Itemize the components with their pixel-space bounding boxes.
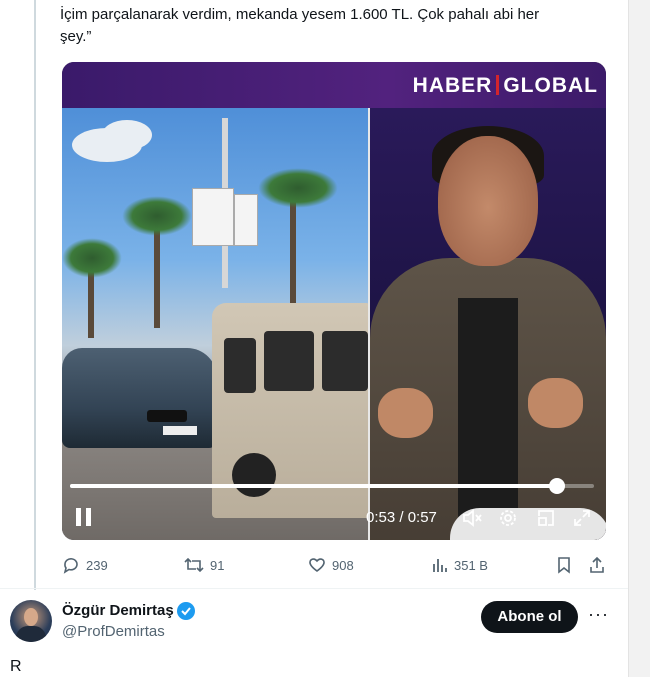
channel-logo-part-2: GLOBAL: [503, 74, 598, 97]
next-tweet-text: R: [10, 658, 22, 675]
speaker-face: [438, 136, 538, 266]
like-button[interactable]: 908: [308, 556, 354, 574]
retweet-count: 91: [210, 557, 225, 573]
van-window: [224, 338, 256, 393]
speaker-hand-left: [378, 388, 433, 438]
video-street-scene: [62, 108, 368, 540]
video-channel-banner: HABER GLOBAL: [62, 62, 606, 108]
bookmark-button[interactable]: [556, 556, 578, 574]
car: [62, 348, 217, 448]
reply-count: 239: [86, 557, 108, 573]
channel-logo-part-1: HABER: [412, 74, 493, 97]
views-icon: [433, 559, 447, 572]
next-tweet-header: Özgür Demirtaş @ProfDemirtas Abone ol ··…: [0, 590, 628, 650]
video-player[interactable]: HABER GLOBAL 0:53 / 0:57: [62, 62, 606, 540]
tweet-text-line-1: İçim parçalanarak verdim, mekanda yesem …: [60, 6, 540, 23]
views-count: 351 B: [454, 557, 488, 573]
pause-icon[interactable]: [76, 508, 92, 526]
van-window: [264, 331, 314, 391]
tweet-text-line-2: şey.”: [60, 28, 92, 45]
channel-logo: HABER GLOBAL: [413, 74, 598, 98]
roadside-sign: [234, 194, 258, 246]
van-wheel: [232, 453, 276, 497]
reply-button[interactable]: 239: [62, 556, 108, 574]
volume-muted-icon[interactable]: [462, 509, 482, 532]
author-name[interactable]: Özgür Demirtaş: [62, 602, 174, 619]
video-progress-bar[interactable]: [70, 478, 594, 494]
thread-line: [34, 0, 36, 590]
fullscreen-icon[interactable]: [572, 508, 592, 533]
avatar-suit: [16, 626, 46, 642]
timeline-column: İçim parçalanarak verdim, mekanda yesem …: [0, 0, 629, 677]
video-time: 0:53 / 0:57: [366, 509, 437, 526]
settings-icon[interactable]: [498, 508, 518, 533]
car-grille: [147, 410, 187, 422]
retweet-icon: [184, 557, 204, 573]
video-progress-fill: [70, 484, 558, 488]
video-controls: 0:53 / 0:57: [62, 502, 606, 536]
channel-logo-separator: [496, 75, 500, 95]
avatar[interactable]: [10, 600, 52, 642]
share-icon: [590, 556, 604, 573]
avatar-face: [24, 608, 38, 626]
palm-leaves: [258, 168, 338, 208]
tweet-separator: [0, 588, 628, 589]
author-handle[interactable]: @ProfDemirtas: [62, 623, 165, 640]
subscribe-button[interactable]: Abone ol: [481, 601, 578, 633]
share-button[interactable]: [588, 556, 612, 574]
minimize-icon[interactable]: [536, 508, 556, 533]
retweet-button[interactable]: 91: [184, 556, 224, 574]
views-button[interactable]: 351 B: [432, 556, 488, 574]
car-plate: [163, 426, 197, 435]
palm-leaves: [62, 238, 122, 278]
video-studio-scene: [370, 108, 606, 540]
roadside-sign: [192, 188, 234, 246]
tweet-text: İçim parçalanarak verdim, mekanda yesem …: [60, 4, 600, 48]
heart-icon: [309, 558, 325, 572]
more-options-icon[interactable]: ···: [588, 604, 609, 625]
tweet-actions: 239 91 908 351 B: [62, 556, 606, 578]
verified-badge-icon: [176, 601, 196, 626]
reply-icon: [63, 558, 78, 574]
bookmark-icon: [558, 557, 570, 574]
like-count: 908: [332, 557, 354, 573]
cloud: [102, 120, 152, 150]
speaker-hand-right: [528, 378, 583, 428]
van-window: [322, 331, 368, 391]
palm-leaves: [122, 196, 192, 236]
